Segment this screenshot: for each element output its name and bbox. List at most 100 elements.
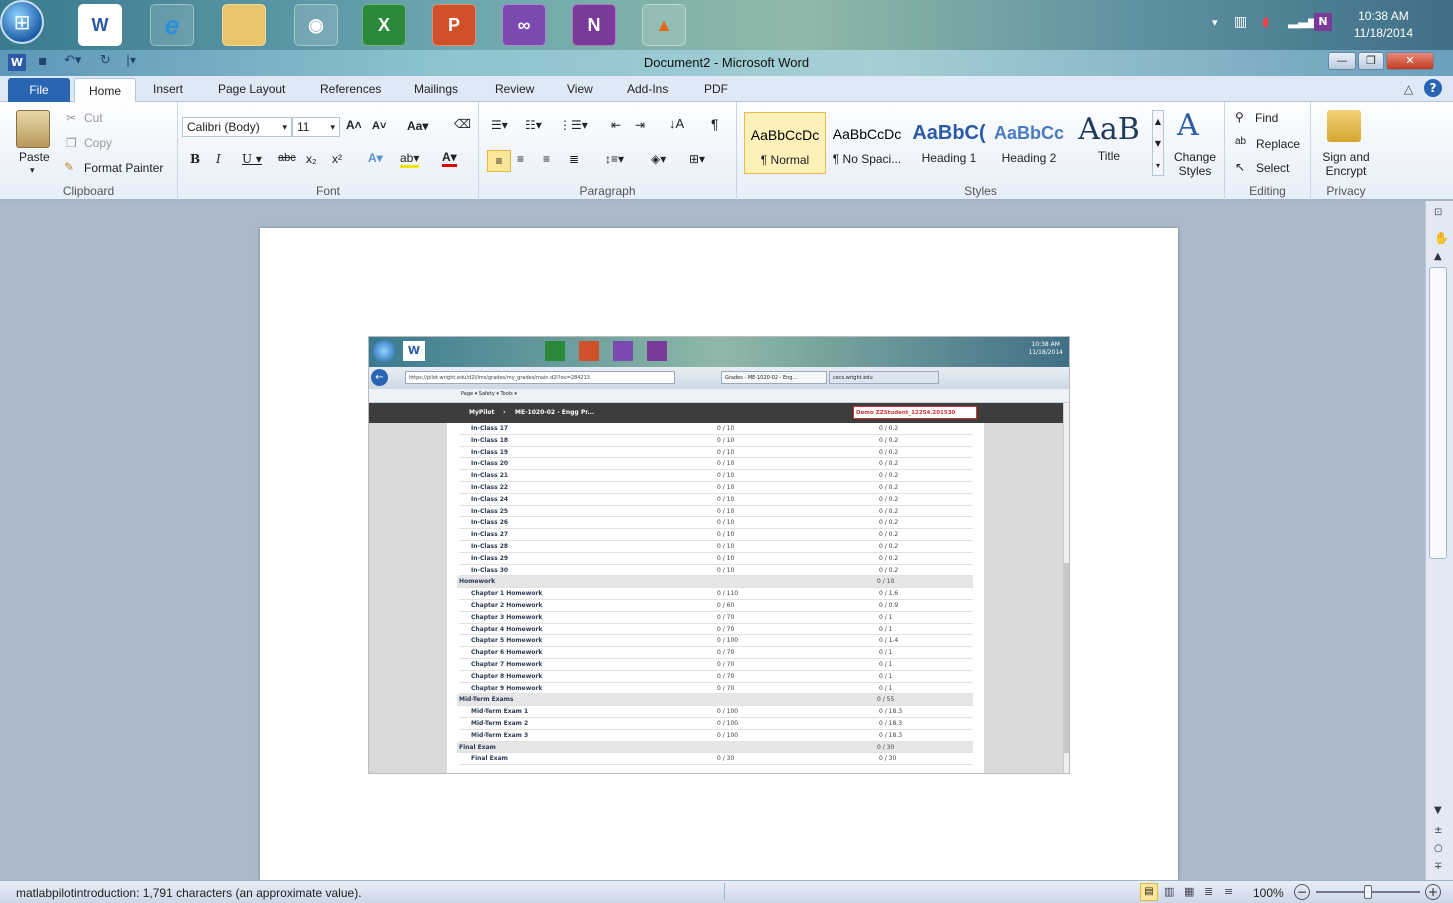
bullets-icon[interactable]: ☰▾ bbox=[491, 118, 508, 132]
tab-view[interactable]: View bbox=[567, 82, 593, 96]
close-button[interactable]: ✕ bbox=[1386, 52, 1434, 70]
sort-icon[interactable]: ↓A bbox=[669, 116, 684, 131]
style-heading-1[interactable]: AaBbC( Heading 1 bbox=[908, 112, 990, 174]
strikethrough-icon[interactable]: abc bbox=[278, 152, 296, 164]
style-normal[interactable]: AaBbCcDc ¶ Normal bbox=[744, 112, 826, 174]
scroll-thumb[interactable] bbox=[1429, 267, 1447, 559]
scroll-up-icon[interactable]: ▲ bbox=[1434, 251, 1442, 262]
copy-button[interactable]: Copy bbox=[84, 136, 112, 150]
print-layout-icon[interactable]: ▤ bbox=[1140, 883, 1158, 901]
change-styles-button[interactable]: Change Styles bbox=[1173, 150, 1217, 178]
sign-encrypt-button[interactable]: Sign and Encrypt bbox=[1313, 150, 1379, 178]
bold-icon[interactable]: B bbox=[190, 152, 200, 166]
tab-pdf[interactable]: PDF bbox=[704, 82, 728, 96]
minimize-ribbon-icon[interactable]: △ bbox=[1404, 82, 1413, 96]
explorer-taskbar-icon[interactable] bbox=[222, 4, 266, 46]
align-center-icon[interactable]: ≡ bbox=[517, 152, 524, 166]
tab-add-ins[interactable]: Add-Ins bbox=[627, 82, 668, 96]
word-taskbar-icon[interactable]: W bbox=[78, 4, 122, 46]
styles-scroll[interactable]: ▲ ▼ ▾ bbox=[1152, 110, 1164, 176]
multilevel-list-icon[interactable]: ⋮☰▾ bbox=[559, 118, 588, 132]
app-taskbar-icon[interactable]: ◉ bbox=[294, 4, 338, 46]
select-button[interactable]: Select bbox=[1256, 161, 1289, 175]
onenote-tray-icon[interactable]: N bbox=[1314, 13, 1332, 31]
status-word-count[interactable]: matlabpilotintroduction: 1,791 character… bbox=[16, 886, 362, 900]
zoom-out-icon[interactable]: − bbox=[1294, 884, 1310, 900]
tab-review[interactable]: Review bbox=[495, 82, 534, 96]
paste-button[interactable]: Paste bbox=[19, 150, 50, 164]
network-tray-icon[interactable]: ▥ bbox=[1234, 14, 1247, 30]
style-no-spacing[interactable]: AaBbCcDc ¶ No Spaci... bbox=[826, 112, 908, 174]
shading-icon[interactable]: ◈▾ bbox=[651, 152, 666, 166]
underline-icon[interactable]: U ▾ bbox=[242, 152, 262, 166]
font-size-combo[interactable]: 11 ▾ bbox=[292, 117, 340, 137]
vertical-scrollbar[interactable]: ⊡ ✋ ▲ ▼ ± ○ ∓ bbox=[1425, 201, 1453, 880]
superscript-icon[interactable]: x² bbox=[332, 152, 342, 166]
increase-indent-icon[interactable]: ⇥ bbox=[635, 118, 645, 132]
ruler-toggle-icon[interactable]: ⊡ bbox=[1434, 207, 1442, 218]
draft-icon[interactable]: ≡ bbox=[1224, 885, 1233, 898]
shrink-font-icon[interactable]: A˅ bbox=[372, 120, 386, 132]
font-family-combo[interactable]: Calibri (Body) ▾ bbox=[182, 117, 292, 137]
tab-page-layout[interactable]: Page Layout bbox=[218, 82, 285, 96]
format-painter-button[interactable]: Format Painter bbox=[84, 161, 163, 175]
change-case-icon[interactable]: Aa▾ bbox=[407, 119, 428, 133]
outline-icon[interactable]: ≣ bbox=[1204, 885, 1213, 898]
pan-icon[interactable]: ✋ bbox=[1434, 231, 1449, 245]
font-color-icon[interactable]: A▾ bbox=[442, 150, 457, 167]
italic-icon[interactable]: I bbox=[216, 152, 221, 166]
tab-references[interactable]: References bbox=[320, 82, 381, 96]
tab-home[interactable]: Home bbox=[74, 78, 136, 103]
full-screen-icon[interactable]: ▥ bbox=[1164, 885, 1174, 898]
zoom-in-icon[interactable]: + bbox=[1425, 884, 1441, 900]
replace-button[interactable]: Replace bbox=[1256, 137, 1300, 151]
matlab-taskbar-icon[interactable]: ▲ bbox=[642, 4, 686, 46]
previous-page-icon[interactable]: ± bbox=[1434, 825, 1442, 836]
minimize-button[interactable]: — bbox=[1328, 52, 1356, 70]
start-button[interactable]: ⊞ bbox=[0, 0, 44, 44]
grade-points: 0 / 10 bbox=[717, 425, 735, 432]
volume-tray-icon[interactable]: ◖ bbox=[1262, 14, 1269, 30]
find-button[interactable]: Find bbox=[1255, 111, 1278, 125]
zoom-slider-thumb[interactable] bbox=[1364, 885, 1372, 899]
style-title[interactable]: AaB Title bbox=[1068, 112, 1150, 174]
grow-font-icon[interactable]: A˄ bbox=[346, 118, 362, 132]
ie-taskbar-icon[interactable]: e bbox=[150, 4, 194, 46]
maximize-button[interactable]: ❐ bbox=[1358, 52, 1384, 70]
browse-object-icon[interactable]: ○ bbox=[1434, 843, 1443, 854]
cut-button[interactable]: Cut bbox=[84, 111, 103, 125]
clear-formatting-icon[interactable]: ⌫ bbox=[454, 117, 471, 131]
embedded-screenshot[interactable]: W 10:38 AM 11/18/2014 ← https://pilot.wri… bbox=[368, 336, 1070, 774]
show-formatting-icon[interactable]: ¶ bbox=[711, 116, 719, 132]
align-left-icon[interactable]: ≡ bbox=[487, 150, 511, 172]
paste-icon[interactable] bbox=[16, 110, 50, 148]
subscript-icon[interactable]: x₂ bbox=[306, 152, 317, 166]
tab-mailings[interactable]: Mailings bbox=[414, 82, 458, 96]
help-icon[interactable]: ? bbox=[1424, 79, 1442, 97]
justify-icon[interactable]: ≣ bbox=[569, 152, 579, 166]
excel-taskbar-icon[interactable]: X bbox=[362, 4, 406, 46]
tray-expand-icon[interactable]: ▾ bbox=[1212, 16, 1218, 29]
scroll-down-icon[interactable]: ▼ bbox=[1434, 805, 1442, 816]
paste-dropdown-icon[interactable]: ▾ bbox=[30, 165, 35, 176]
style-heading-2[interactable]: AaBbCc Heading 2 bbox=[988, 112, 1070, 174]
onenote-taskbar-icon[interactable]: N bbox=[572, 4, 616, 46]
zoom-level[interactable]: 100% bbox=[1253, 886, 1284, 900]
grade-name: In-Class 25 bbox=[471, 507, 509, 515]
powerpoint-taskbar-icon[interactable]: P bbox=[432, 4, 476, 46]
numbering-icon[interactable]: ☷▾ bbox=[525, 118, 542, 132]
align-right-icon[interactable]: ≡ bbox=[543, 152, 550, 166]
style-name: ¶ No Spaci... bbox=[832, 152, 902, 166]
borders-icon[interactable]: ⊞▾ bbox=[689, 152, 705, 166]
tab-file[interactable]: File bbox=[8, 78, 70, 102]
line-spacing-icon[interactable]: ↕≡▾ bbox=[605, 152, 624, 166]
visualstudio-taskbar-icon[interactable]: ∞ bbox=[502, 4, 546, 46]
highlight-icon[interactable]: ab▾ bbox=[400, 151, 420, 168]
web-layout-icon[interactable]: ▦ bbox=[1184, 885, 1194, 898]
next-page-icon[interactable]: ∓ bbox=[1434, 861, 1442, 872]
text-effects-icon[interactable]: A▾ bbox=[368, 151, 383, 165]
clock[interactable]: 10:38 AM 11/18/2014 bbox=[1354, 8, 1413, 42]
tab-insert[interactable]: Insert bbox=[153, 82, 183, 96]
embedded-scroll-thumb bbox=[1064, 563, 1069, 753]
decrease-indent-icon[interactable]: ⇤ bbox=[611, 118, 621, 132]
